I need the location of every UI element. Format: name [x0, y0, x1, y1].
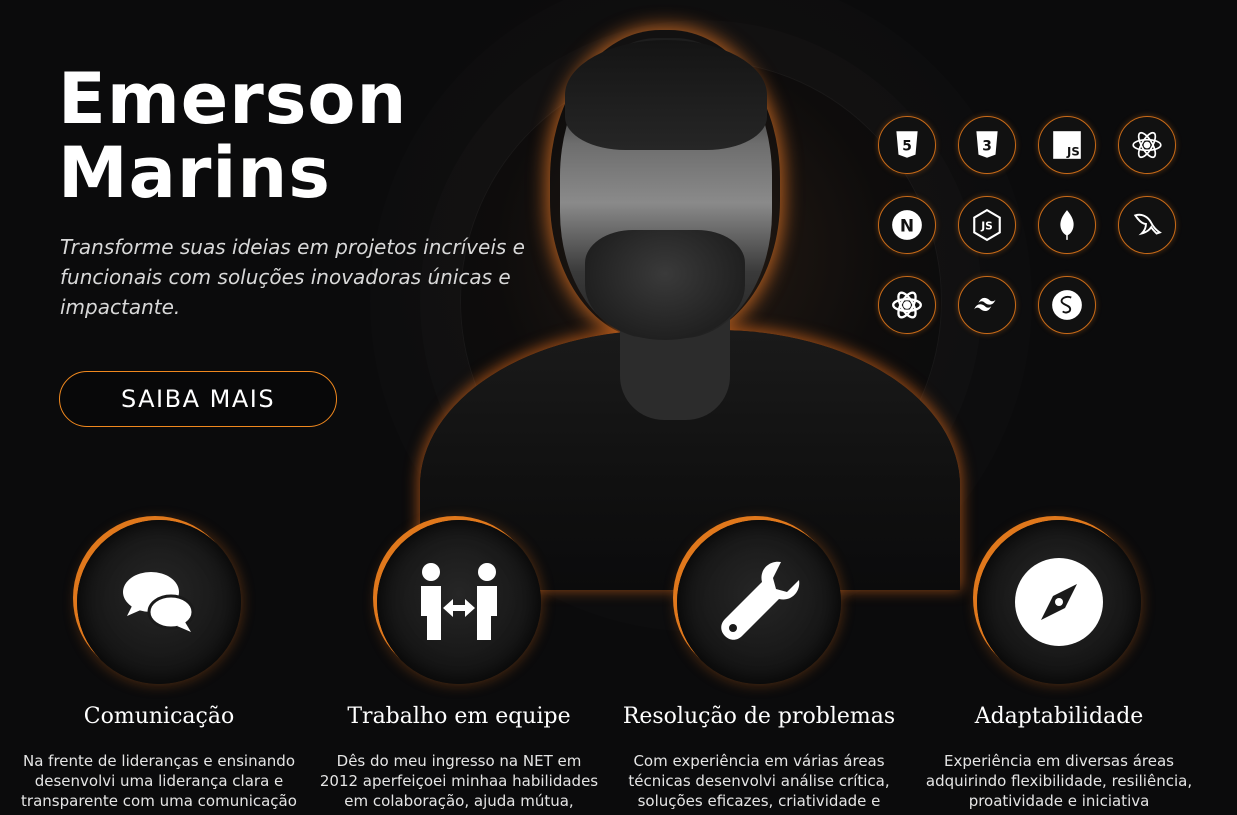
chat-icon [123, 572, 195, 632]
hero-name: Emerson Marins [58, 62, 407, 210]
feature-resolucao-badge [677, 520, 841, 684]
feature-resolucao-title: Resolução de problemas [622, 704, 896, 729]
feature-resolucao-de-problemas: Resolução de problemas Com experiência e… [609, 520, 909, 811]
react-icon[interactable] [1118, 116, 1176, 174]
wrench-icon [721, 561, 800, 640]
mongodb-icon[interactable] [1038, 196, 1096, 254]
tailwind-icon[interactable] [958, 276, 1016, 334]
feature-adaptabilidade-badge [977, 520, 1141, 684]
feature-comunicacao-text: Na frente de lideranças e ensinando dese… [21, 752, 297, 810]
feature-trabalho-text: Dês do meu ingresso na NET em 2012 aperf… [319, 752, 599, 810]
sass-icon[interactable] [1038, 276, 1096, 334]
nodejs-icon[interactable]: JS [958, 196, 1016, 254]
feature-adaptabilidade-title: Adaptabilidade [974, 704, 1144, 729]
mysql-icon[interactable] [1118, 196, 1176, 254]
teamwork-icon [421, 563, 497, 640]
feature-resolucao-text: Com experiência em várias áreas técnicas… [628, 752, 890, 810]
javascript-icon[interactable]: JS [1038, 116, 1096, 174]
html5-icon[interactable]: 5 [878, 116, 936, 174]
nodejs-label: JS [980, 219, 993, 232]
compass-icon [1015, 558, 1103, 646]
feature-trabalho-em-equipe: Trabalho em equipe Dês do meu ingresso n… [309, 520, 609, 811]
hero-tagline: Transforme suas ideias em projetos incrí… [60, 235, 525, 319]
react-native-icon[interactable] [878, 276, 936, 334]
javascript-label: JS [1066, 145, 1080, 159]
feature-adaptabilidade: Adaptabilidade Experiência em diversas á… [909, 520, 1209, 811]
feature-trabalho-title: Trabalho em equipe [347, 704, 571, 729]
feature-comunicacao-title: Comunicação [83, 704, 235, 729]
css3-label: 3 [982, 138, 992, 154]
hero-name-line1: Emerson [58, 58, 408, 140]
hero-name-line2: Marins [58, 132, 331, 214]
saiba-mais-button[interactable]: SAIBA MAIS [59, 371, 337, 427]
feature-comunicacao: Comunicação Na frente de lideranças e en… [9, 520, 309, 811]
feature-trabalho-badge [377, 520, 541, 684]
feature-adaptabilidade-text: Experiência em diversas áreas adquirindo… [925, 752, 1193, 810]
css3-icon[interactable]: 3 [958, 116, 1016, 174]
nextjs-icon[interactable]: N [878, 196, 936, 254]
feature-comunicacao-badge [77, 520, 241, 684]
nextjs-label: N [900, 216, 914, 236]
html5-label: 5 [902, 138, 912, 154]
